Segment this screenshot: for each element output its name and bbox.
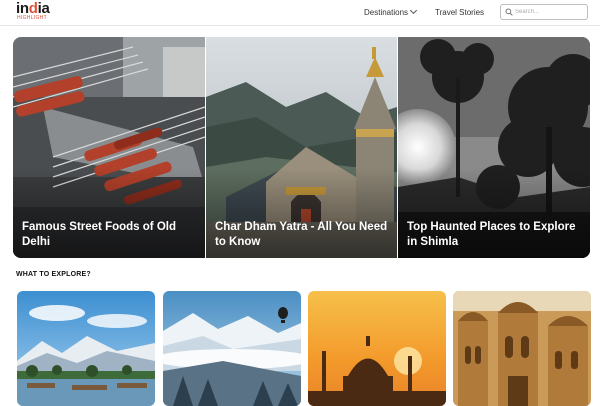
explore-tile-snow-valley[interactable] — [163, 291, 301, 406]
site-logo[interactable]: india HIGHLIGHT — [16, 1, 62, 23]
explore-heading: WHAT TO EXPLORE? — [16, 271, 91, 278]
explore-tile-taj-mahal[interactable] — [308, 291, 446, 406]
hero-card-street-food[interactable]: Famous Street Foods of Old Delhi — [13, 37, 205, 258]
search-box[interactable] — [500, 4, 588, 20]
chevron-down-icon — [409, 6, 418, 15]
taj-mahal-sunset-image — [308, 291, 446, 406]
logo-tagline: HIGHLIGHT — [17, 15, 47, 21]
nav-travel-stories[interactable]: Travel Stories — [435, 8, 484, 18]
hero-card-char-dham[interactable]: Char Dham Yatra - All You Need to Know — [206, 37, 397, 258]
explore-tile-rajasthan-fort[interactable] — [453, 291, 591, 406]
nav-destinations[interactable]: Destinations — [364, 6, 418, 18]
hero-card-title: Famous Street Foods of Old Delhi — [22, 221, 176, 248]
kashmir-lake-image — [17, 291, 155, 406]
snow-valley-balloon-image — [163, 291, 301, 406]
hero-card-haunted-shimla[interactable]: Top Haunted Places to Explore in Shimla — [398, 37, 590, 258]
rajasthan-fort-image — [453, 291, 591, 406]
hero-card-title: Char Dham Yatra - All You Need to Know — [215, 221, 388, 248]
search-icon — [505, 8, 513, 16]
hero-card-title: Top Haunted Places to Explore in Shimla — [407, 221, 576, 248]
featured-stories: Famous Street Foods of Old Delhi Char Dh… — [13, 37, 590, 258]
search-input[interactable] — [515, 6, 585, 18]
nav-destinations-label: Destinations — [364, 8, 409, 17]
explore-tile-kashmir[interactable] — [17, 291, 155, 406]
site-header: india HIGHLIGHT Destinations Travel Stor… — [0, 0, 600, 26]
